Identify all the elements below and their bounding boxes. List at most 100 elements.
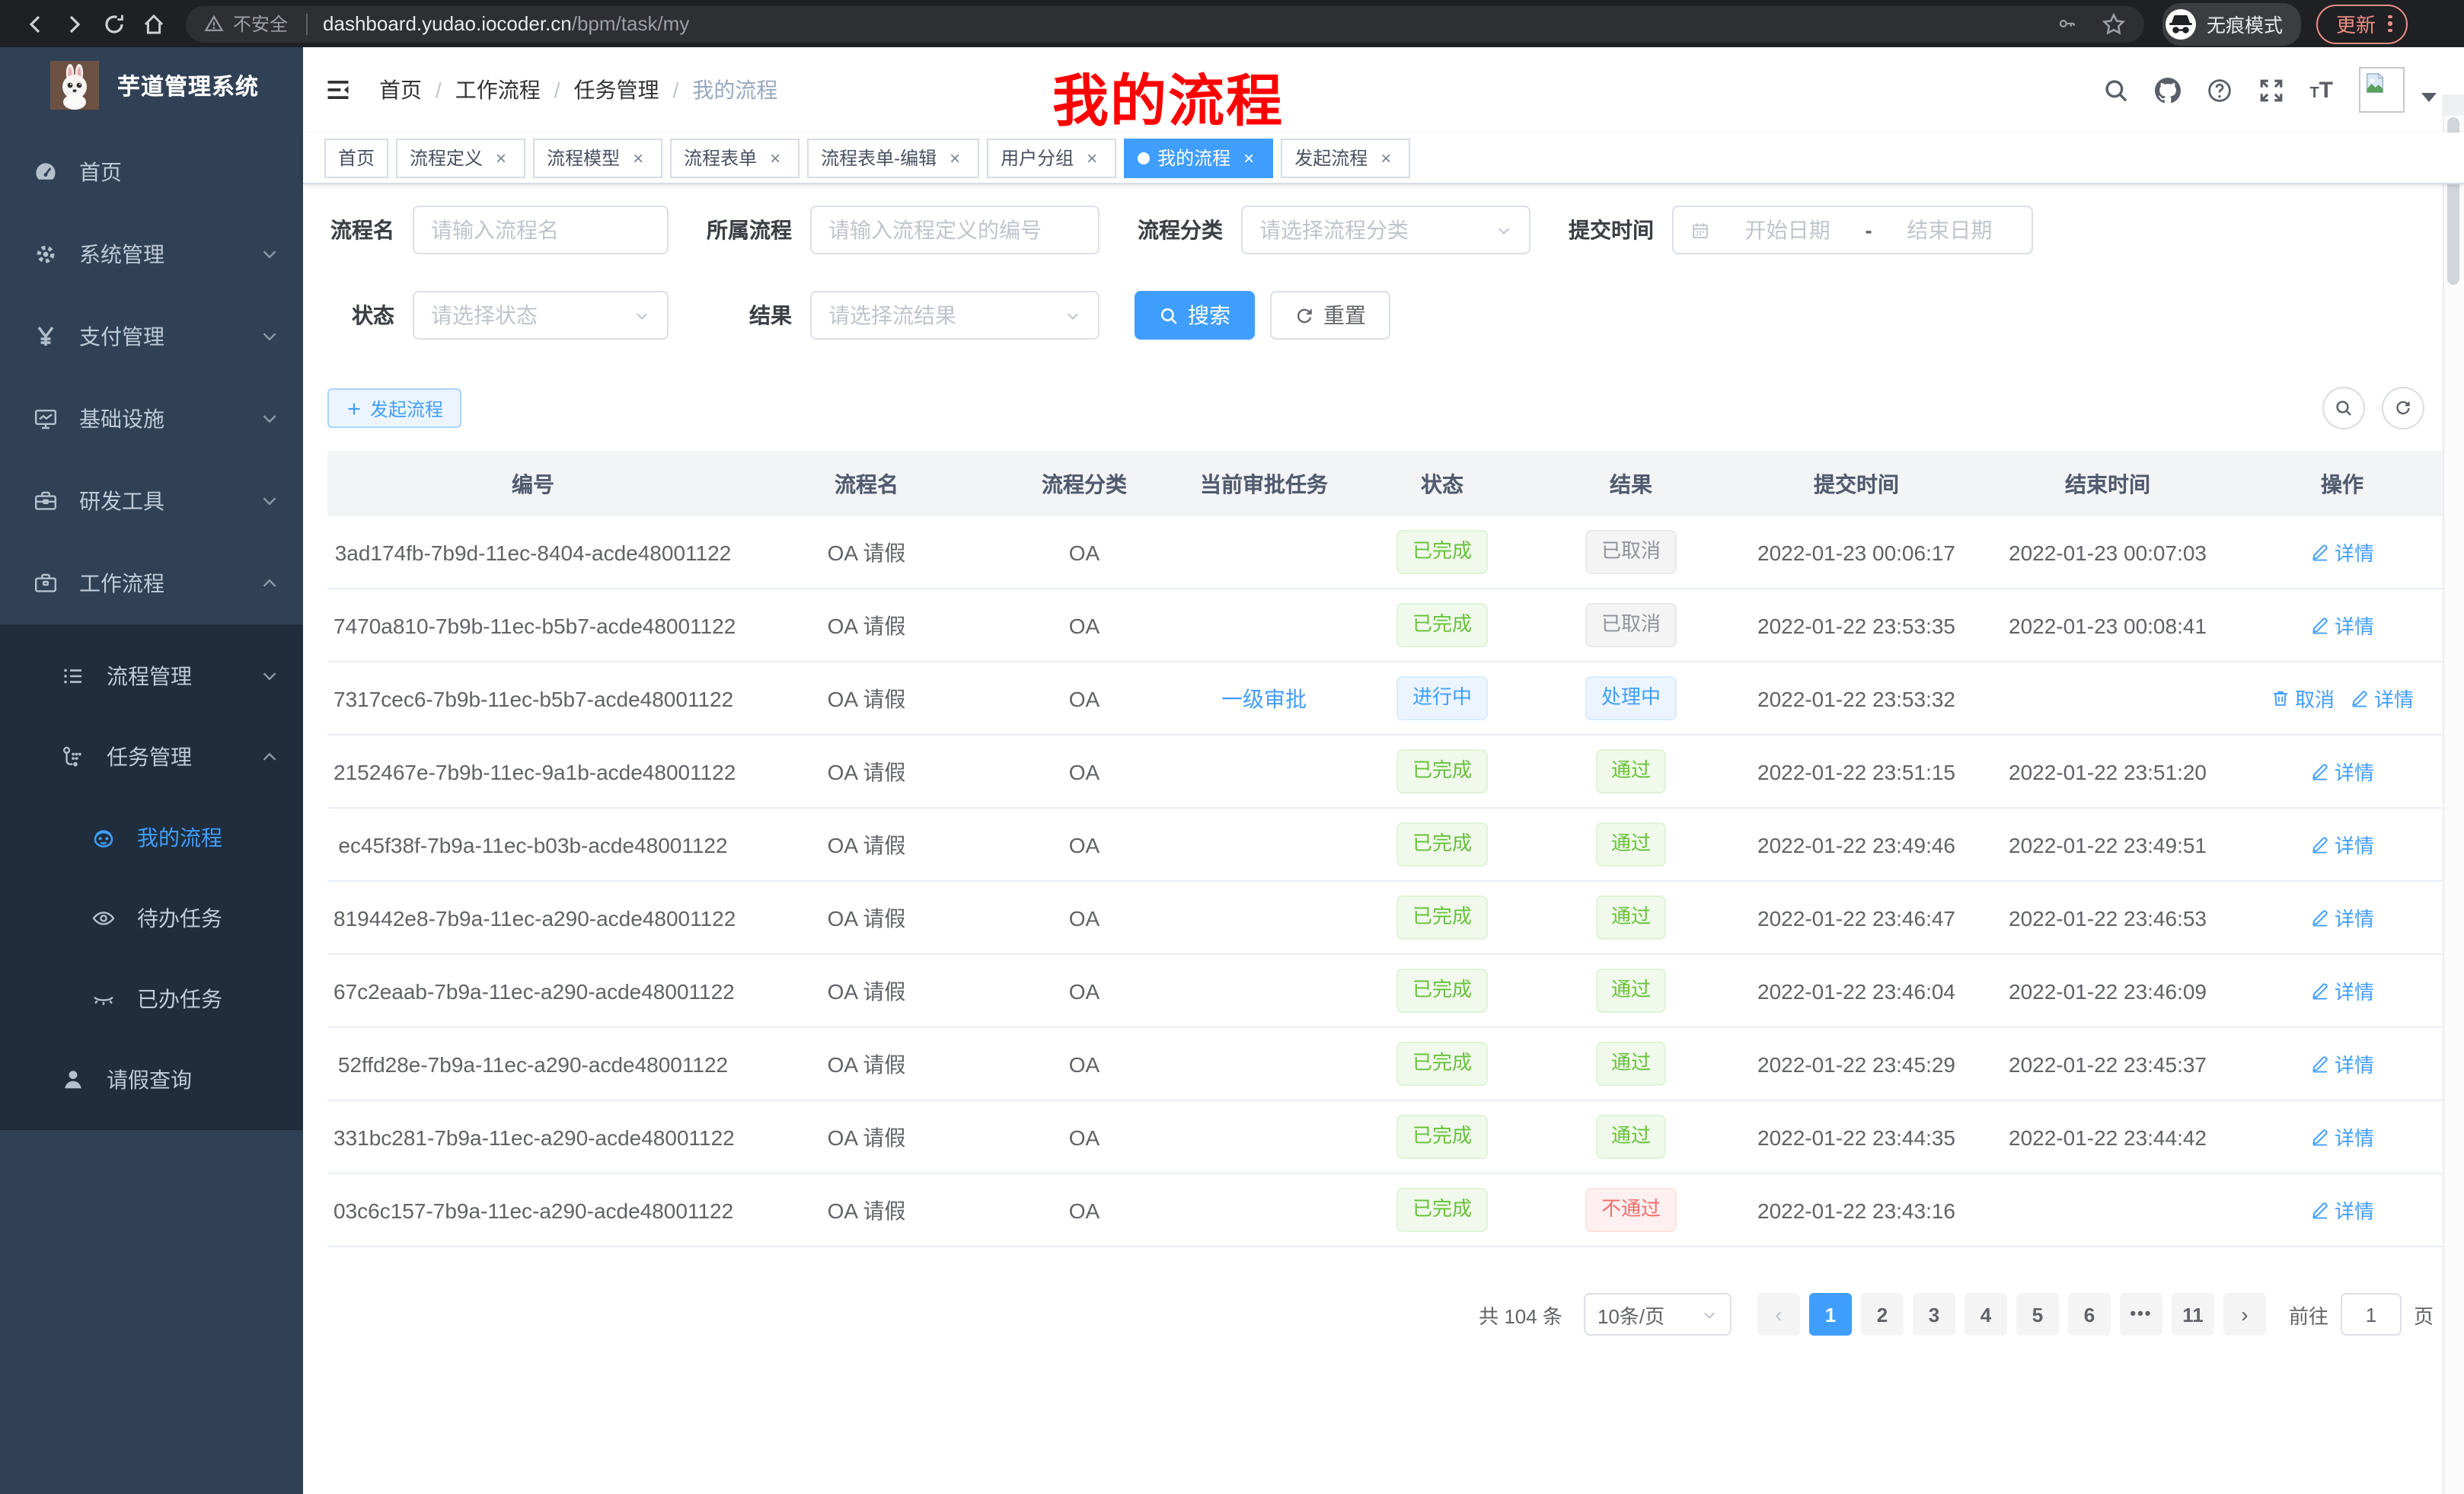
action-详情-link[interactable]: 详情 <box>2310 830 2374 859</box>
search-button[interactable]: 搜索 <box>1135 291 1255 340</box>
process-category-select[interactable]: 请选择流程分类 <box>1241 206 1530 254</box>
font-size-icon[interactable]: TT <box>2309 77 2333 103</box>
action-详情-link[interactable]: 详情 <box>2310 757 2374 786</box>
action-详情-link[interactable]: 详情 <box>2310 976 2374 1005</box>
back-icon[interactable] <box>15 4 55 43</box>
breadcrumb-item[interactable]: 工作流程 <box>455 75 541 105</box>
sidebar-item-8[interactable]: 任务管理 <box>0 716 303 796</box>
close-icon[interactable]: × <box>1081 147 1103 168</box>
page-button-4[interactable]: 4 <box>1964 1293 2007 1336</box>
reload-icon[interactable] <box>94 4 134 43</box>
tab-1[interactable]: 首页 <box>324 138 388 177</box>
action-详情-link[interactable]: 详情 <box>2310 538 2374 567</box>
table-search-button[interactable] <box>2322 387 2365 429</box>
close-icon[interactable]: × <box>1375 147 1396 168</box>
close-icon[interactable]: × <box>490 147 512 168</box>
window-scrollbar[interactable] <box>2443 94 2464 1494</box>
home-icon[interactable] <box>134 4 174 43</box>
avatar[interactable] <box>2359 67 2405 113</box>
browser-menu-icon[interactable] <box>2388 15 2392 33</box>
tab-label: 首页 <box>338 145 375 171</box>
close-icon[interactable]: × <box>627 147 649 168</box>
page-button-2[interactable]: 2 <box>1861 1293 1904 1336</box>
action-详情-link[interactable]: 详情 <box>2310 1049 2374 1078</box>
action-详情-link[interactable]: 详情 <box>2310 611 2374 640</box>
sidebar-item-9[interactable]: 我的流程 <box>0 796 303 877</box>
cell-result: 通过 <box>1530 1100 1732 1173</box>
url-text[interactable]: dashboard.yudao.iocoder.cn/bpm/task/my <box>323 12 689 35</box>
eye-icon <box>91 905 116 930</box>
help-icon[interactable] <box>2206 77 2232 103</box>
fullscreen-icon[interactable] <box>2258 77 2284 103</box>
status-select[interactable]: 请选择状态 <box>413 291 669 340</box>
sidebar-item-3[interactable]: 支付管理 <box>0 295 303 378</box>
breadcrumb-item[interactable]: 首页 <box>379 75 422 105</box>
action-详情-link[interactable]: 详情 <box>2310 1196 2374 1224</box>
sidebar-item-10[interactable]: 待办任务 <box>0 877 303 958</box>
action-详情-link[interactable]: 详情 <box>2310 903 2374 932</box>
tab-3[interactable]: 流程模型× <box>533 138 662 177</box>
cell-status: 已完成 <box>1354 1027 1530 1100</box>
sidebar-item-6[interactable]: 工作流程 <box>0 542 303 624</box>
update-button[interactable]: 更新 <box>2316 4 2407 43</box>
cell-submit-time: 2022-01-22 23:46:47 <box>1732 881 1981 954</box>
address-bar[interactable]: 不安全 dashboard.yudao.iocoder.cn/bpm/task/… <box>186 5 2144 42</box>
bookmark-star-icon[interactable] <box>2102 11 2126 36</box>
tab-2[interactable]: 流程定义× <box>396 138 525 177</box>
process-definition-label: 所属流程 <box>704 215 792 245</box>
table-row: 331bc281-7b9a-11ec-a290-acde48001122OA 请… <box>327 1100 2450 1173</box>
sidebar-item-label: 支付管理 <box>79 321 164 352</box>
page-button-3[interactable]: 3 <box>1913 1293 1955 1336</box>
cell-task[interactable]: 一级审批 <box>1174 662 1354 735</box>
security-label[interactable]: 不安全 <box>233 11 288 37</box>
submit-time-range-picker[interactable]: 开始日期 - 结束日期 <box>1672 206 2033 254</box>
result-select[interactable]: 请选择流结果 <box>810 291 1100 340</box>
close-icon[interactable]: × <box>764 147 786 168</box>
action-详情-link[interactable]: 详情 <box>2350 684 2414 713</box>
forward-icon[interactable] <box>55 4 94 43</box>
table-refresh-button[interactable] <box>2382 387 2424 429</box>
sidebar-item-1[interactable]: 首页 <box>0 131 303 213</box>
tab-8[interactable]: 发起流程× <box>1281 138 1410 177</box>
sidebar-item-5[interactable]: 研发工具 <box>0 460 303 542</box>
cell-submit-time: 2022-01-23 00:06:17 <box>1732 516 1981 589</box>
key-icon[interactable] <box>2057 14 2077 34</box>
page-size-select[interactable]: 10条/页 <box>1584 1293 1732 1336</box>
process-name-input[interactable] <box>413 206 669 254</box>
page-button-5[interactable]: 5 <box>2016 1293 2059 1336</box>
close-icon[interactable]: × <box>944 147 965 168</box>
github-icon[interactable] <box>2154 77 2180 103</box>
app-logo-row[interactable]: 芋道管理系统 <box>0 47 303 123</box>
cell-name: OA 请假 <box>739 516 994 589</box>
page-button-6[interactable]: 6 <box>2068 1293 2111 1336</box>
prev-page-button[interactable]: ‹ <box>1757 1293 1800 1336</box>
process-definition-input[interactable] <box>810 206 1100 254</box>
end-date-placeholder: 结束日期 <box>1885 215 2015 245</box>
reset-button[interactable]: 重置 <box>1270 291 1390 340</box>
breadcrumb-item[interactable]: 任务管理 <box>574 75 659 105</box>
action-取消-link[interactable]: 取消 <box>2271 684 2335 713</box>
tab-4[interactable]: 流程表单× <box>670 138 800 177</box>
close-icon[interactable]: × <box>1238 147 1259 168</box>
page-button-11[interactable]: 11 <box>2172 1293 2214 1336</box>
action-详情-link[interactable]: 详情 <box>2310 1122 2374 1151</box>
sidebar-item-11[interactable]: 已办任务 <box>0 958 303 1039</box>
page-button-1[interactable]: 1 <box>1809 1293 1852 1336</box>
chevron-down-icon[interactable] <box>2421 93 2437 102</box>
sidebar-item-2[interactable]: 系统管理 <box>0 213 303 295</box>
more-pages-button[interactable]: ••• <box>2120 1293 2162 1336</box>
tab-6[interactable]: 用户分组× <box>987 138 1116 177</box>
create-process-button[interactable]: 发起流程 <box>327 388 461 428</box>
sidebar-item-12[interactable]: 请假查询 <box>0 1039 303 1119</box>
browser-window: 不安全 dashboard.yudao.iocoder.cn/bpm/task/… <box>0 0 2464 1494</box>
goto-page-input[interactable] <box>2341 1293 2402 1336</box>
tab-7[interactable]: 我的流程× <box>1124 138 1273 177</box>
collapse-sidebar-icon[interactable] <box>324 76 352 104</box>
cell-category: OA <box>994 516 1174 589</box>
sidebar-item-7[interactable]: 流程管理 <box>0 635 303 716</box>
cell-actions: 详情 <box>2234 1173 2450 1247</box>
tab-5[interactable]: 流程表单-编辑× <box>807 138 979 177</box>
next-page-button[interactable]: › <box>2223 1293 2266 1336</box>
search-icon[interactable] <box>2102 77 2128 103</box>
sidebar-item-4[interactable]: 基础设施 <box>0 378 303 460</box>
